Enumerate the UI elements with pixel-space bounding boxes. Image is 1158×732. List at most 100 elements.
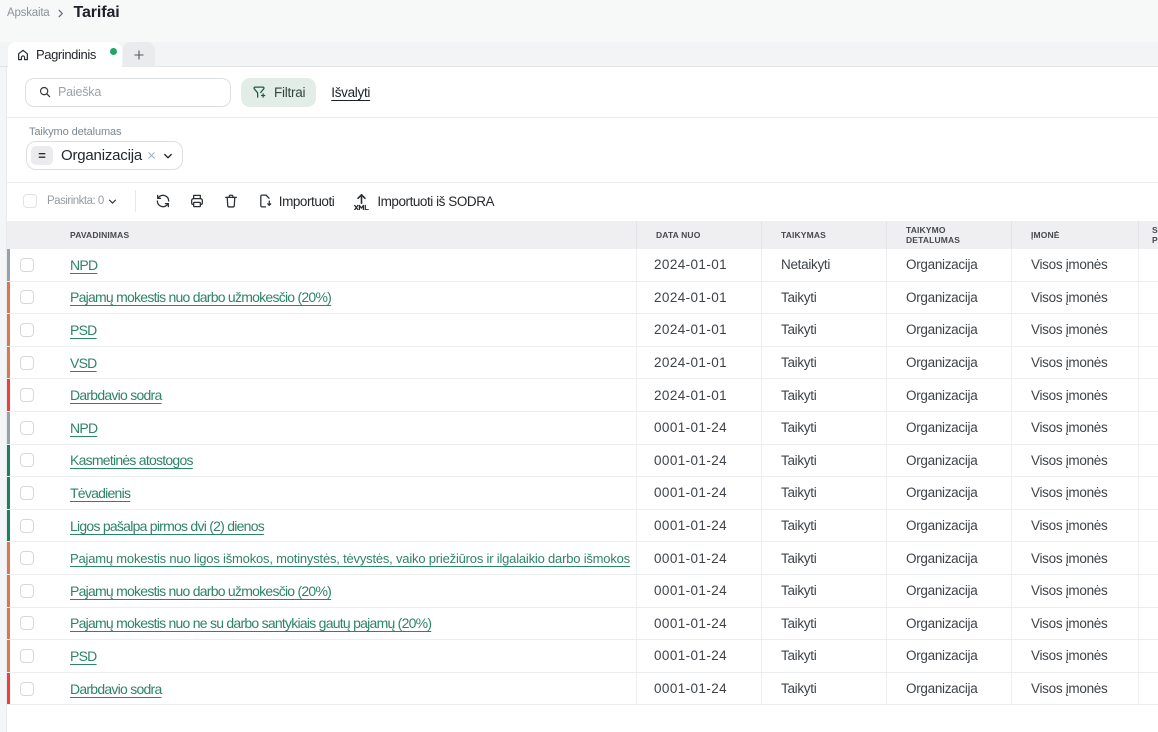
cell-taikymo-detalumas: Organizacija (887, 477, 1012, 509)
table-row: Tėvadienis 0001-01-24 Taikyti Organizaci… (7, 477, 1158, 510)
column-header-data-nuo[interactable]: Data nuo (637, 221, 762, 249)
row-checkbox[interactable] (20, 616, 34, 630)
cell-clipped (1139, 445, 1158, 477)
row-checkbox[interactable] (20, 258, 34, 272)
filters-button[interactable]: Filtrai (241, 78, 316, 107)
filter-zone: Taikymo detalumas = Organizacija (7, 119, 1158, 183)
cell-taikymas: Taikyti (762, 379, 887, 411)
tariff-link[interactable]: Pajamų mokestis nuo ne su darbo santykia… (70, 615, 431, 631)
import-sodra-icon[interactable] (352, 193, 371, 209)
row-checkbox[interactable] (20, 551, 34, 565)
row-checkbox[interactable] (20, 649, 34, 663)
cell-taikymo-detalumas: Organizacija (887, 510, 1012, 542)
cell-data-nuo: 0001-01-24 (637, 445, 762, 477)
cell-taikymas: Taikyti (762, 445, 887, 477)
select-all-checkbox[interactable] (23, 194, 37, 208)
breadcrumb-section[interactable]: Apskaita (7, 7, 50, 19)
cell-imone: Visos įmonės (1012, 640, 1139, 672)
tariff-link[interactable]: PSD (70, 322, 97, 338)
row-checkbox[interactable] (20, 519, 34, 533)
tab-pagrindinis[interactable]: Pagrindinis (8, 42, 122, 67)
table-header: Pavadinimas Data nuo Taikymas Taikymo de… (7, 221, 1158, 249)
tariff-link[interactable]: Kasmetinės atostogos (70, 452, 193, 468)
column-header-pavadinimas[interactable]: Pavadinimas (62, 221, 637, 249)
xml-letters (355, 205, 369, 209)
row-checkbox[interactable] (20, 584, 34, 598)
tariff-link[interactable]: Pajamų mokestis nuo ligos išmokos, motin… (70, 551, 630, 566)
tariffs-table: Pavadinimas Data nuo Taikymas Taikymo de… (7, 221, 1158, 705)
cell-data-nuo: 2024-01-01 (637, 314, 762, 346)
tariff-link[interactable]: VSD (70, 355, 97, 371)
table-row: Kasmetinės atostogos 0001-01-24 Taikyti … (7, 445, 1158, 478)
tariff-link[interactable]: PSD (70, 648, 97, 664)
import-sodra-button[interactable]: Importuoti iš SODRA (377, 194, 494, 209)
cell-taikymas: Taikyti (762, 575, 887, 607)
cell-clipped (1139, 249, 1158, 281)
search-input[interactable]: Paieška (25, 78, 231, 107)
import-icon[interactable] (257, 193, 273, 209)
cell-clipped (1139, 379, 1158, 411)
cell-imone: Visos įmonės (1012, 542, 1139, 574)
cell-taikymas: Taikyti (762, 347, 887, 379)
selected-count-label: Pasirinkta: 0 (47, 195, 104, 207)
new-tab-button[interactable] (123, 42, 155, 67)
delete-button[interactable] (223, 193, 239, 209)
row-checkbox[interactable] (20, 388, 34, 402)
tariff-link[interactable]: Darbdavio sodra (70, 681, 161, 697)
import-button[interactable]: Importuoti (279, 194, 335, 209)
cell-taikymo-detalumas: Organizacija (887, 542, 1012, 574)
tariff-link[interactable]: NPD (70, 257, 97, 273)
cell-taikymo-detalumas: Organizacija (887, 347, 1012, 379)
cell-taikymo-detalumas: Organizacija (887, 608, 1012, 640)
plus-icon (132, 48, 146, 62)
column-header-clipped[interactable]: SP (1139, 221, 1158, 249)
selection-menu-chevron-icon[interactable] (107, 196, 118, 207)
cell-data-nuo: 2024-01-01 (637, 347, 762, 379)
cell-taikymas: Netaikyti (762, 249, 887, 281)
tab-unsaved-dot (110, 48, 117, 55)
column-header-taikymo-detalumas[interactable]: Taikymo detalumas (887, 221, 1012, 249)
tariff-link[interactable]: Darbdavio sodra (70, 387, 161, 403)
tariff-link[interactable]: Ligos pašalpa pirmos dvi (2) dienos (70, 518, 264, 534)
row-checkbox[interactable] (20, 453, 34, 467)
cell-data-nuo: 0001-01-24 (637, 673, 762, 705)
cell-clipped (1139, 477, 1158, 509)
cell-data-nuo: 0001-01-24 (637, 477, 762, 509)
refresh-button[interactable] (155, 193, 171, 209)
row-checkbox-cell (10, 282, 62, 314)
row-checkbox[interactable] (20, 356, 34, 370)
cell-taikymas: Taikyti (762, 412, 887, 444)
tab-label: Pagrindinis (36, 47, 96, 62)
filter-expand-chevron-icon[interactable] (162, 150, 174, 162)
row-checkbox[interactable] (20, 421, 34, 435)
column-header-imone[interactable]: Įmonė (1012, 221, 1139, 249)
row-checkbox[interactable] (20, 323, 34, 337)
tariff-link[interactable]: Pajamų mokestis nuo darbo užmokesčio (20… (70, 289, 331, 305)
applied-filter-label: Taikymo detalumas (29, 126, 121, 138)
print-button[interactable] (189, 193, 205, 209)
row-checkbox-cell (10, 575, 62, 607)
cell-imone: Visos įmonės (1012, 347, 1139, 379)
row-checkbox-cell (10, 542, 62, 574)
applied-filter-pill[interactable]: = Organizacija (26, 141, 183, 170)
tariff-link[interactable]: Pajamų mokestis nuo darbo užmokesčio (20… (70, 583, 331, 599)
cell-taikymo-detalumas: Organizacija (887, 282, 1012, 314)
filter-icon (251, 84, 267, 100)
row-checkbox-cell (10, 640, 62, 672)
filter-remove-icon[interactable] (146, 150, 157, 161)
table-row: NPD 2024-01-01 Netaikyti Organizacija Vi… (7, 249, 1158, 282)
page-title: Tarifai (74, 4, 120, 22)
row-checkbox[interactable] (20, 682, 34, 696)
cell-imone: Visos įmonės (1012, 379, 1139, 411)
cell-taikymo-detalumas: Organizacija (887, 575, 1012, 607)
cell-clipped (1139, 673, 1158, 705)
column-header-taikymas[interactable]: Taikymas (762, 221, 887, 249)
clear-filters-link[interactable]: Išvalyti (331, 85, 370, 100)
tariff-link[interactable]: Tėvadienis (70, 485, 130, 501)
cell-clipped (1139, 575, 1158, 607)
row-checkbox[interactable] (20, 486, 34, 500)
row-checkbox[interactable] (20, 290, 34, 304)
cell-clipped (1139, 608, 1158, 640)
cell-imone: Visos įmonės (1012, 673, 1139, 705)
tariff-link[interactable]: NPD (70, 420, 97, 436)
